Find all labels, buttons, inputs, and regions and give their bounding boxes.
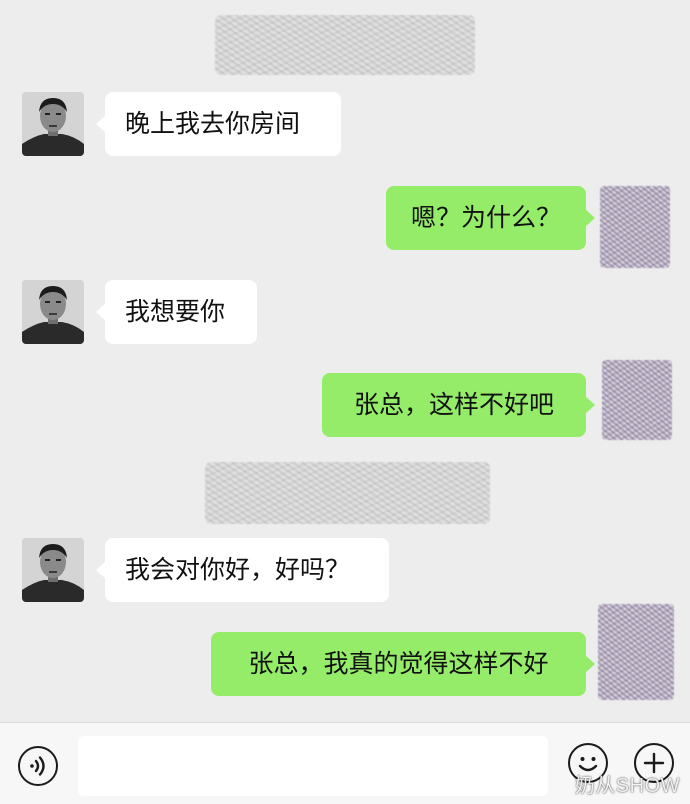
message-text: 嗯？为什么？ [410, 203, 561, 232]
contact-avatar[interactable] [22, 538, 84, 602]
contact-avatar[interactable] [22, 280, 84, 344]
redacted-timestamp [205, 462, 490, 524]
contact-avatar-image [22, 280, 84, 344]
message-text: 张总，我真的觉得这样不好 [248, 649, 549, 678]
input-bar: 奶从SHOW [0, 722, 690, 804]
contact-avatar[interactable] [22, 92, 84, 156]
voice-icon [30, 756, 45, 776]
message-text: 张总，这样不好吧 [353, 390, 554, 419]
voice-button[interactable] [18, 746, 58, 786]
incoming-message-bubble[interactable]: 我想要你 [96, 280, 257, 344]
watermark: 奶从SHOW [574, 775, 680, 797]
message-text: 晚上我去你房间 [125, 109, 301, 138]
outgoing-message-bubble[interactable]: 嗯？为什么？ [386, 186, 595, 250]
contact-avatar-image [22, 92, 84, 156]
chat-area[interactable]: 晚上我去你房间 嗯？为什么？ 我想要你 张总，这样不好吧 我会对你好，好吗？ 张… [0, 0, 690, 722]
contact-avatar-image [22, 538, 84, 602]
redacted-self-avatar [600, 186, 670, 268]
message-text: 我想要你 [125, 297, 226, 326]
message-input[interactable] [78, 736, 548, 796]
incoming-message-bubble[interactable]: 晚上我去你房间 [96, 92, 341, 156]
redacted-self-avatar [598, 604, 674, 700]
incoming-message-bubble[interactable]: 我会对你好，好吗？ [96, 538, 389, 602]
redacted-timestamp [215, 15, 475, 75]
outgoing-message-bubble[interactable]: 张总，我真的觉得这样不好 [211, 632, 595, 696]
redacted-self-avatar [602, 360, 672, 440]
message-text: 我会对你好，好吗？ [125, 555, 351, 584]
outgoing-message-bubble[interactable]: 张总，这样不好吧 [322, 373, 595, 437]
